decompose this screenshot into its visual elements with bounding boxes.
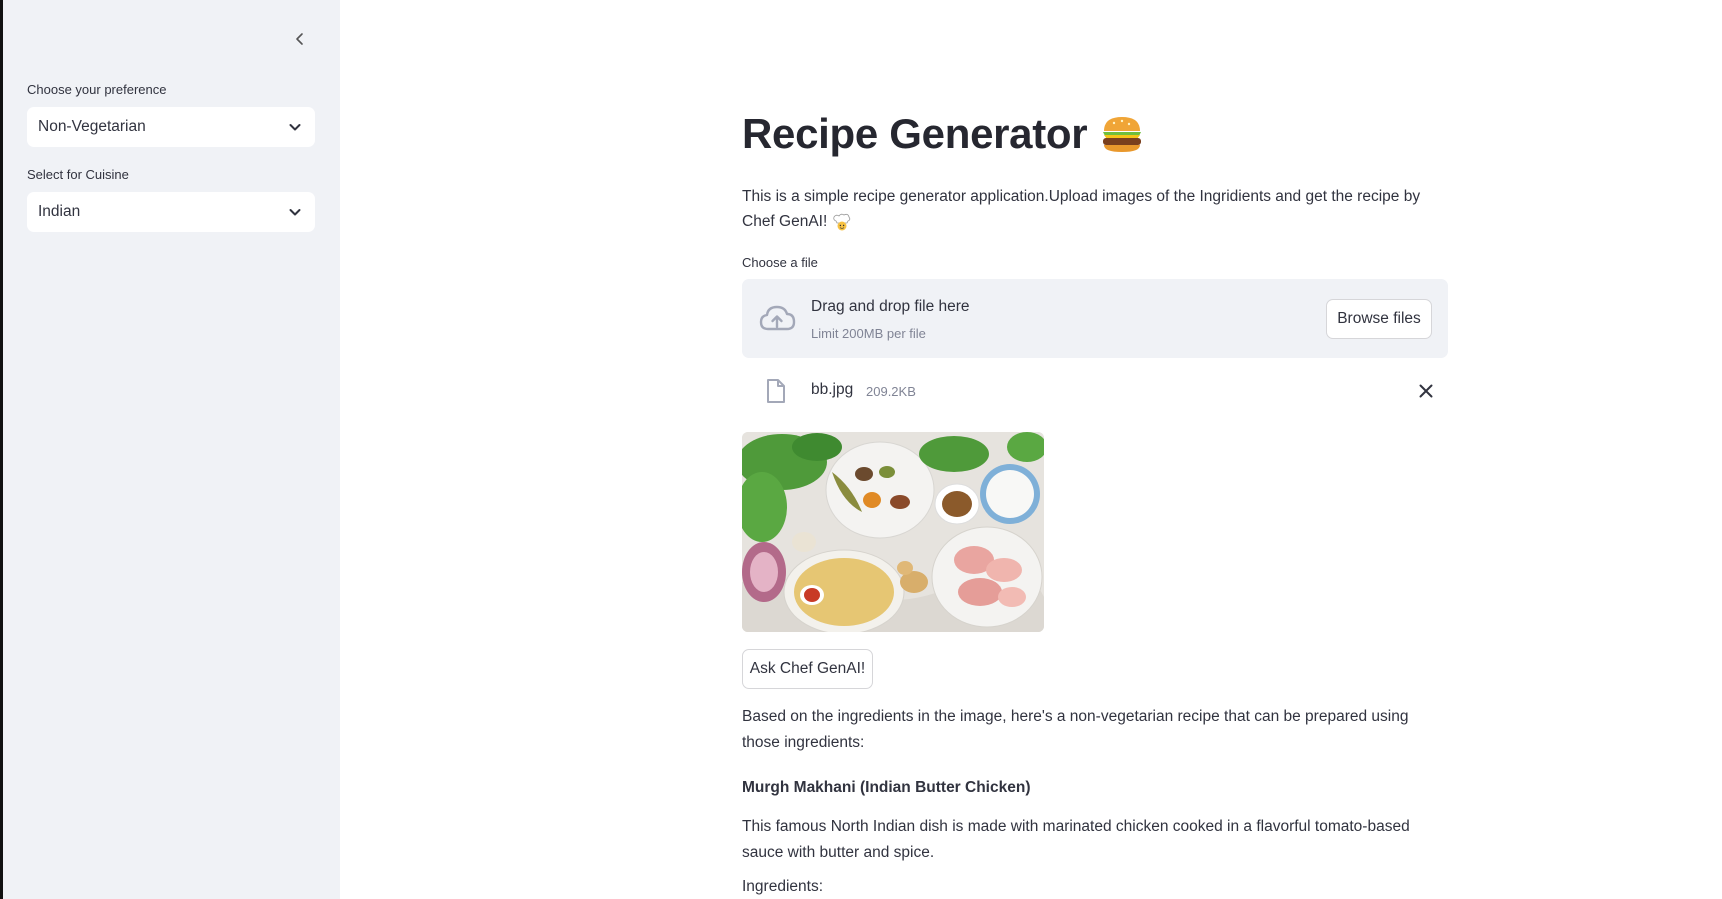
dropzone-limit: Limit 200MB per file bbox=[811, 326, 926, 341]
response-ingredients-heading: Ingredients: bbox=[742, 878, 823, 895]
cloud-upload-icon bbox=[759, 305, 796, 331]
file-dropzone[interactable]: Drag and drop file here Limit 200MB per … bbox=[742, 279, 1448, 358]
browse-files-button[interactable]: Browse files bbox=[1326, 299, 1432, 339]
hamburger-icon bbox=[1103, 117, 1142, 152]
cuisine-label: Select for Cuisine bbox=[27, 167, 129, 182]
file-icon bbox=[767, 379, 785, 403]
ingredients-photo bbox=[742, 432, 1044, 632]
uploaded-file-name: bb.jpg bbox=[811, 381, 854, 398]
page-title-text: Recipe Generator bbox=[742, 110, 1088, 157]
app-description: This is a simple recipe generator applic… bbox=[742, 184, 1442, 234]
chevron-down-icon bbox=[289, 124, 301, 131]
chef-icon bbox=[832, 213, 850, 231]
cuisine-select[interactable]: Indian bbox=[27, 192, 315, 232]
chevron-left-icon bbox=[296, 33, 303, 45]
close-icon[interactable] bbox=[1416, 381, 1436, 401]
uploaded-file-row: bb.jpg 209.2KB bbox=[742, 373, 1448, 409]
cuisine-value: Indian bbox=[38, 203, 81, 220]
collapse-sidebar-button[interactable] bbox=[288, 27, 312, 51]
response-dish-title: Murgh Makhani (Indian Butter Chicken) bbox=[742, 779, 1031, 796]
main-content: Recipe Generator This is a simple recipe… bbox=[340, 0, 1722, 899]
preference-select[interactable]: Non-Vegetarian bbox=[27, 107, 315, 147]
chevron-down-icon bbox=[289, 209, 301, 216]
page-title: Recipe Generator bbox=[742, 110, 1145, 158]
response-dish-description: This famous North Indian dish is made wi… bbox=[742, 818, 1410, 861]
preference-value: Non-Vegetarian bbox=[38, 118, 146, 135]
preference-label: Choose your preference bbox=[27, 82, 167, 97]
file-uploader-label: Choose a file bbox=[742, 255, 818, 270]
dropzone-instructions: Drag and drop file here bbox=[811, 298, 970, 315]
sidebar: Choose your preference Non-Vegetarian Se… bbox=[3, 0, 340, 899]
response-intro: Based on the ingredients in the image, h… bbox=[742, 708, 1409, 751]
ingredients-image bbox=[742, 432, 1044, 632]
ask-chef-button[interactable]: Ask Chef GenAI! bbox=[742, 649, 873, 689]
uploaded-file-size: 209.2KB bbox=[866, 384, 916, 399]
